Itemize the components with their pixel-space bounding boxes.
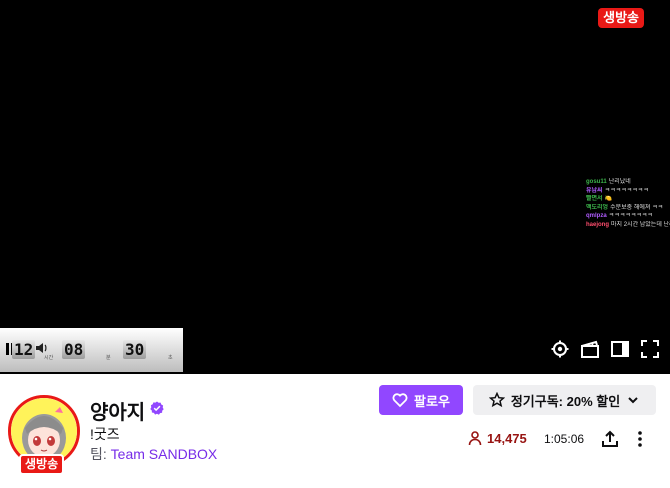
video-player[interactable]: 생방송 gosu11 난리났네 유남씨 ㅋㅋㅋㅋㅋㅋㅋㅋ 빨면서 🍋 맥도리엉 수분보충 해에… <box>0 0 670 374</box>
team-label: 팀: <box>90 446 107 462</box>
chat-username: qmlpza <box>586 213 607 219</box>
stream-title: !굿즈 <box>90 426 120 442</box>
chat-text: 마지 2시간 남았는데 난리네 <box>611 221 670 228</box>
chat-text: ㅋㅋㅋㅋㅋㅋㅋㅋ <box>604 187 649 194</box>
chat-username: 맥도리엉 <box>586 204 609 211</box>
more-options-icon[interactable] <box>630 429 650 449</box>
viewer-count-value: 14,475 <box>487 430 527 446</box>
subscribe-label: 정기구독: 20% 할인 <box>510 393 621 409</box>
clock-minutes-unit: 분 <box>106 355 111 361</box>
team-row: 팀: Team SANDBOX <box>90 444 217 464</box>
verified-icon <box>150 401 164 415</box>
share-icon[interactable] <box>600 429 620 449</box>
clock-minutes: 08 <box>62 340 86 359</box>
clock-seconds-unit: 초 <box>168 355 173 361</box>
chat-text: 수분보충 해에져 ㅋㅋ <box>610 204 664 211</box>
chat-username: 유남씨 <box>586 187 603 194</box>
chat-text: 🍋 <box>604 196 613 202</box>
person-icon <box>468 431 482 446</box>
team-link[interactable]: Team SANDBOX <box>111 446 218 462</box>
clock-hours-unit: 시간 <box>44 355 54 361</box>
chat-overlay: gosu11 난리났네 유남씨 ㅋㅋㅋㅋㅋㅋㅋㅋ 빨면서 🍋 맥도리엉 수분보충 해에져 ㅋㅋ… <box>586 178 670 229</box>
stream-uptime: 1:05:06 <box>544 432 585 446</box>
countdown-clock-overlay: 12 시간 08 분 30 초 <box>0 328 183 372</box>
chat-username: 빨면서 <box>586 196 603 202</box>
chevron-down-icon <box>628 397 638 404</box>
chat-message: 유남씨 ㅋㅋㅋㅋㅋㅋㅋㅋ <box>586 187 670 196</box>
chat-message: 맥도리엉 수분보충 해에져 ㅋㅋ <box>586 204 670 213</box>
live-badge: 생방송 <box>598 8 644 28</box>
chat-text: ㅋㅋㅋㅋㅋㅋㅋㅋ <box>608 213 653 219</box>
clock-hours: 12 <box>12 340 36 359</box>
chat-username: haejong <box>586 221 610 228</box>
settings-icon[interactable] <box>550 339 570 359</box>
clip-icon[interactable] <box>580 339 600 359</box>
channel-name[interactable]: 양아지 <box>90 396 145 425</box>
follow-button[interactable]: 팔로우 <box>379 385 463 415</box>
clock-seconds: 30 <box>123 340 147 359</box>
chat-message: haejong마지 2시간 남았는데 난리네 <box>586 221 670 230</box>
chat-message: 빨면서 🍋 <box>586 195 670 204</box>
subscribe-button[interactable]: 정기구독: 20% 할인 <box>473 385 656 415</box>
viewer-count: 14,475 <box>467 430 527 446</box>
channel-info-bar: 생방송 양아지 !굿즈 팀: Team SANDBOX 팔로우 정기구독: 20… <box>0 374 670 488</box>
star-icon <box>488 392 505 408</box>
chat-message: qmlpza ㅋㅋㅋㅋㅋㅋㅋㅋ <box>586 212 670 221</box>
heart-icon <box>392 393 408 408</box>
follow-label: 팔로우 <box>414 393 450 409</box>
fullscreen-icon[interactable] <box>640 339 660 359</box>
chat-text: 난리났네 <box>608 179 631 185</box>
chat-username: gosu11 <box>586 179 607 185</box>
theatre-mode-icon[interactable] <box>610 339 630 359</box>
avatar-live-badge: 생방송 <box>19 454 65 475</box>
chat-message: gosu11 난리났네 <box>586 178 670 187</box>
